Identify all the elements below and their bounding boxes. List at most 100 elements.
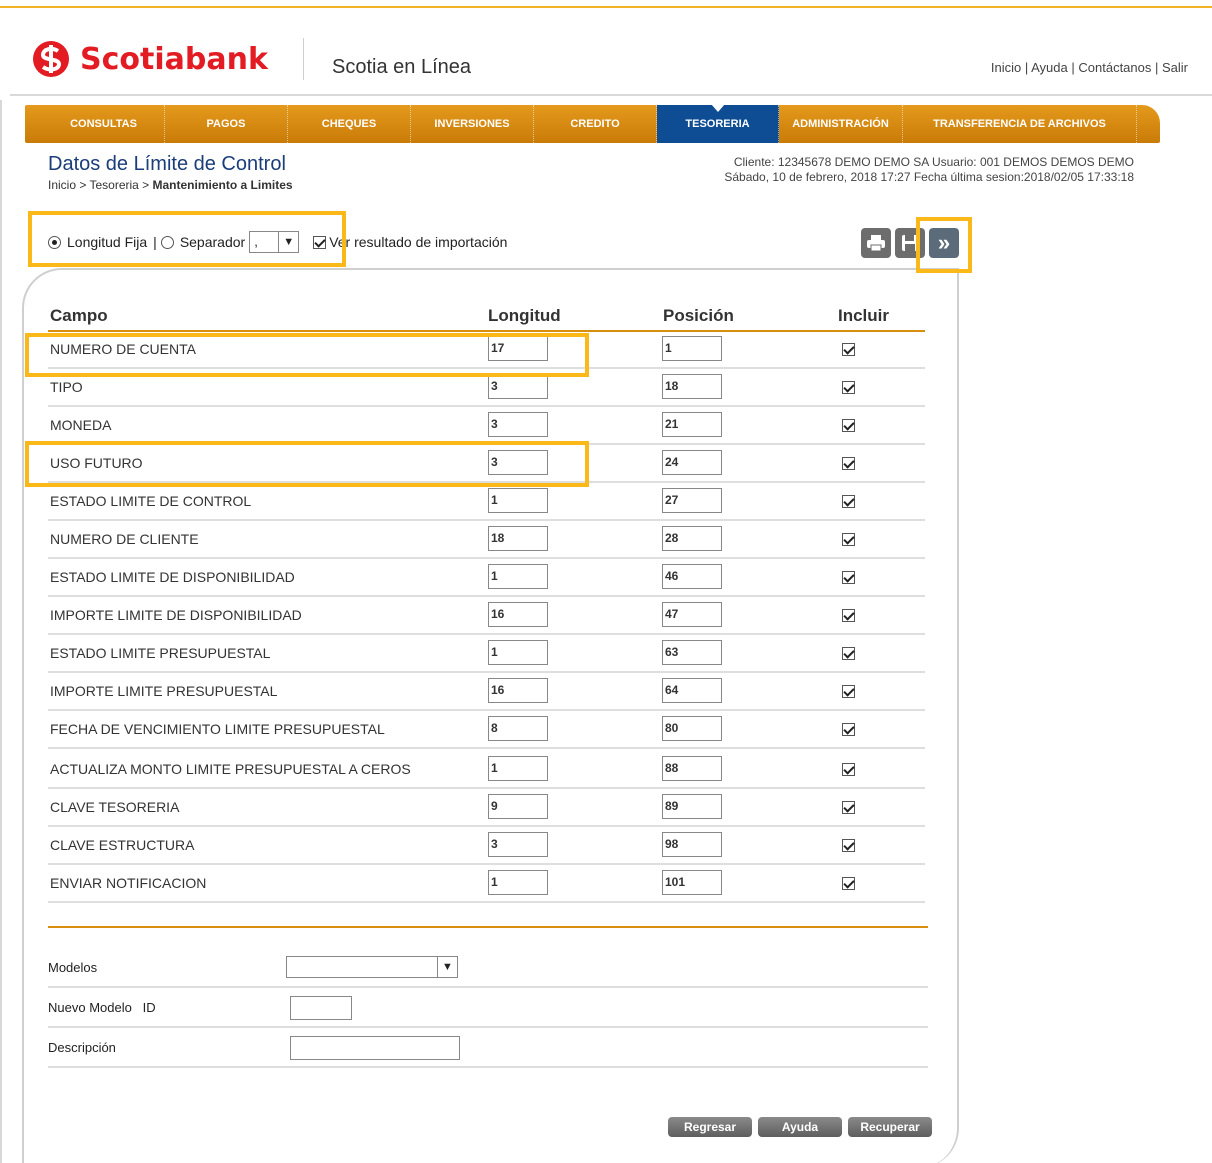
posicion-input[interactable]: 24 (662, 450, 722, 475)
incluir-checkbox[interactable] (842, 763, 855, 776)
posicion-input[interactable]: 47 (662, 602, 722, 627)
nuevo-modelo-input[interactable] (290, 996, 352, 1020)
longitud-input[interactable]: 1 (488, 870, 548, 895)
print-button[interactable] (861, 228, 891, 258)
posicion-input[interactable]: 18 (662, 374, 722, 399)
modelos-select[interactable]: ▼ (286, 956, 458, 978)
next-button[interactable]: » (929, 228, 959, 258)
field-name: ACTUALIZA MONTO LIMITE PRESUPUESTAL A CE… (50, 761, 411, 777)
nav-cheques[interactable]: CHEQUES (288, 105, 411, 143)
posicion-input[interactable]: 46 (662, 564, 722, 589)
ayuda-button[interactable]: Ayuda (758, 1117, 842, 1137)
field-name: IMPORTE LIMITE DE DISPONIBILIDAD (50, 607, 302, 623)
incluir-checkbox[interactable] (842, 381, 855, 394)
incluir-checkbox[interactable] (842, 801, 855, 814)
incluir-checkbox[interactable] (842, 647, 855, 660)
session-client-user: Cliente: 12345678 DEMO DEMO SA Usuario: … (733, 155, 1134, 169)
posicion-input[interactable]: 89 (662, 794, 722, 819)
longitud-input[interactable]: 17 (488, 336, 548, 361)
field-name: TIPO (50, 379, 83, 395)
incluir-checkbox[interactable] (842, 533, 855, 546)
incluir-checkbox[interactable] (842, 877, 855, 890)
top-links: Inicio | Ayuda | Contáctanos | Salir (990, 60, 1188, 75)
save-icon (902, 235, 918, 251)
longitud-input[interactable]: 1 (488, 564, 548, 589)
recuperar-button[interactable]: Recuperar (848, 1117, 932, 1137)
incluir-checkbox[interactable] (842, 343, 855, 356)
separator-label: Separador (179, 234, 246, 250)
modelos-label: Modelos (48, 960, 98, 975)
longitud-input[interactable]: 8 (488, 716, 548, 741)
nav-consultas[interactable]: CONSULTAS (43, 105, 165, 143)
longitud-input[interactable]: 18 (488, 526, 548, 551)
nav-transferencia[interactable]: TRANSFERENCIA DE ARCHIVOS (903, 105, 1137, 143)
nuevo-modelo-label: Nuevo Modelo ID (48, 1000, 156, 1015)
longitud-input[interactable]: 3 (488, 450, 548, 475)
table-row: MONEDA 3 21 (48, 408, 925, 445)
field-name: MONEDA (50, 417, 112, 433)
incluir-checkbox[interactable] (842, 457, 855, 470)
row-descripcion: Descripción (48, 1028, 928, 1068)
table-row: CLAVE TESORERIA 9 89 (48, 790, 925, 827)
posicion-input[interactable]: 98 (662, 832, 722, 857)
posicion-input[interactable]: 88 (662, 756, 722, 781)
top-accent-line (0, 6, 1212, 8)
link-contactanos[interactable]: Contáctanos (1078, 60, 1151, 75)
nav-credito[interactable]: CREDITO (534, 105, 657, 143)
print-icon (867, 235, 885, 252)
posicion-input[interactable]: 80 (662, 716, 722, 741)
chevron-down-icon: ▼ (437, 957, 457, 977)
table-row: ESTADO LIMITE DE CONTROL 1 27 (48, 484, 925, 521)
link-ayuda[interactable]: Ayuda (1031, 60, 1068, 75)
longitud-input[interactable]: 1 (488, 640, 548, 665)
incluir-checkbox[interactable] (842, 609, 855, 622)
nav-tesoreria[interactable]: TESORERIA (657, 104, 779, 143)
longitud-input[interactable]: 3 (488, 832, 548, 857)
separator-select[interactable]: , ▼ (249, 231, 300, 253)
save-button[interactable] (895, 228, 925, 258)
posicion-input[interactable]: 28 (662, 526, 722, 551)
table-row: USO FUTURO 3 24 (48, 446, 925, 483)
show-result-checkbox[interactable] (313, 235, 327, 249)
longitud-input[interactable]: 1 (488, 756, 548, 781)
incluir-checkbox[interactable] (842, 571, 855, 584)
link-inicio[interactable]: Inicio (991, 60, 1021, 75)
regresar-button[interactable]: Regresar (668, 1117, 752, 1137)
incluir-checkbox[interactable] (842, 495, 855, 508)
incluir-checkbox[interactable] (842, 685, 855, 698)
incluir-checkbox[interactable] (842, 419, 855, 432)
longitud-input[interactable]: 3 (488, 374, 548, 399)
descripcion-input[interactable] (290, 1036, 460, 1060)
longitud-input[interactable]: 9 (488, 794, 548, 819)
scotiabank-s-icon (33, 41, 69, 77)
radio-fixed-length[interactable] (48, 235, 61, 249)
nav-pagos[interactable]: PAGOS (165, 105, 288, 143)
longitud-input[interactable]: 1 (488, 488, 548, 513)
posicion-input[interactable]: 63 (662, 640, 722, 665)
link-salir[interactable]: Salir (1162, 60, 1188, 75)
breadcrumb-prefix[interactable]: Inicio > Tesoreria > (48, 178, 149, 192)
radio-separator[interactable] (160, 235, 174, 249)
incluir-checkbox[interactable] (842, 839, 855, 852)
posicion-input[interactable]: 101 (662, 870, 722, 895)
incluir-checkbox[interactable] (842, 723, 855, 736)
scotiabank-logo[interactable]: Scotiabank (32, 40, 268, 78)
table-row: CLAVE ESTRUCTURA 3 98 (48, 828, 925, 865)
longitud-input[interactable]: 16 (488, 602, 548, 627)
nav-administracion[interactable]: ADMINISTRACIÓN (779, 105, 903, 143)
toolbar: » (861, 228, 959, 258)
field-name: IMPORTE LIMITE PRESUPUESTAL (50, 683, 278, 699)
field-name: ENVIAR NOTIFICACION (50, 875, 207, 891)
posicion-input[interactable]: 1 (662, 336, 722, 361)
posicion-input[interactable]: 21 (662, 412, 722, 437)
posicion-input[interactable]: 27 (662, 488, 722, 513)
nav-inversiones[interactable]: INVERSIONES (411, 105, 534, 143)
longitud-input[interactable]: 16 (488, 678, 548, 703)
row-nuevo-modelo: Nuevo Modelo ID (48, 988, 928, 1028)
posicion-input[interactable]: 64 (662, 678, 722, 703)
table-row: TIPO 3 18 (48, 370, 925, 407)
longitud-input[interactable]: 3 (488, 412, 548, 437)
field-name: USO FUTURO (50, 455, 143, 471)
chevron-down-icon: ▼ (278, 232, 299, 252)
import-options: Longitud Fija | Separador , ▼ Ver result… (48, 231, 507, 253)
